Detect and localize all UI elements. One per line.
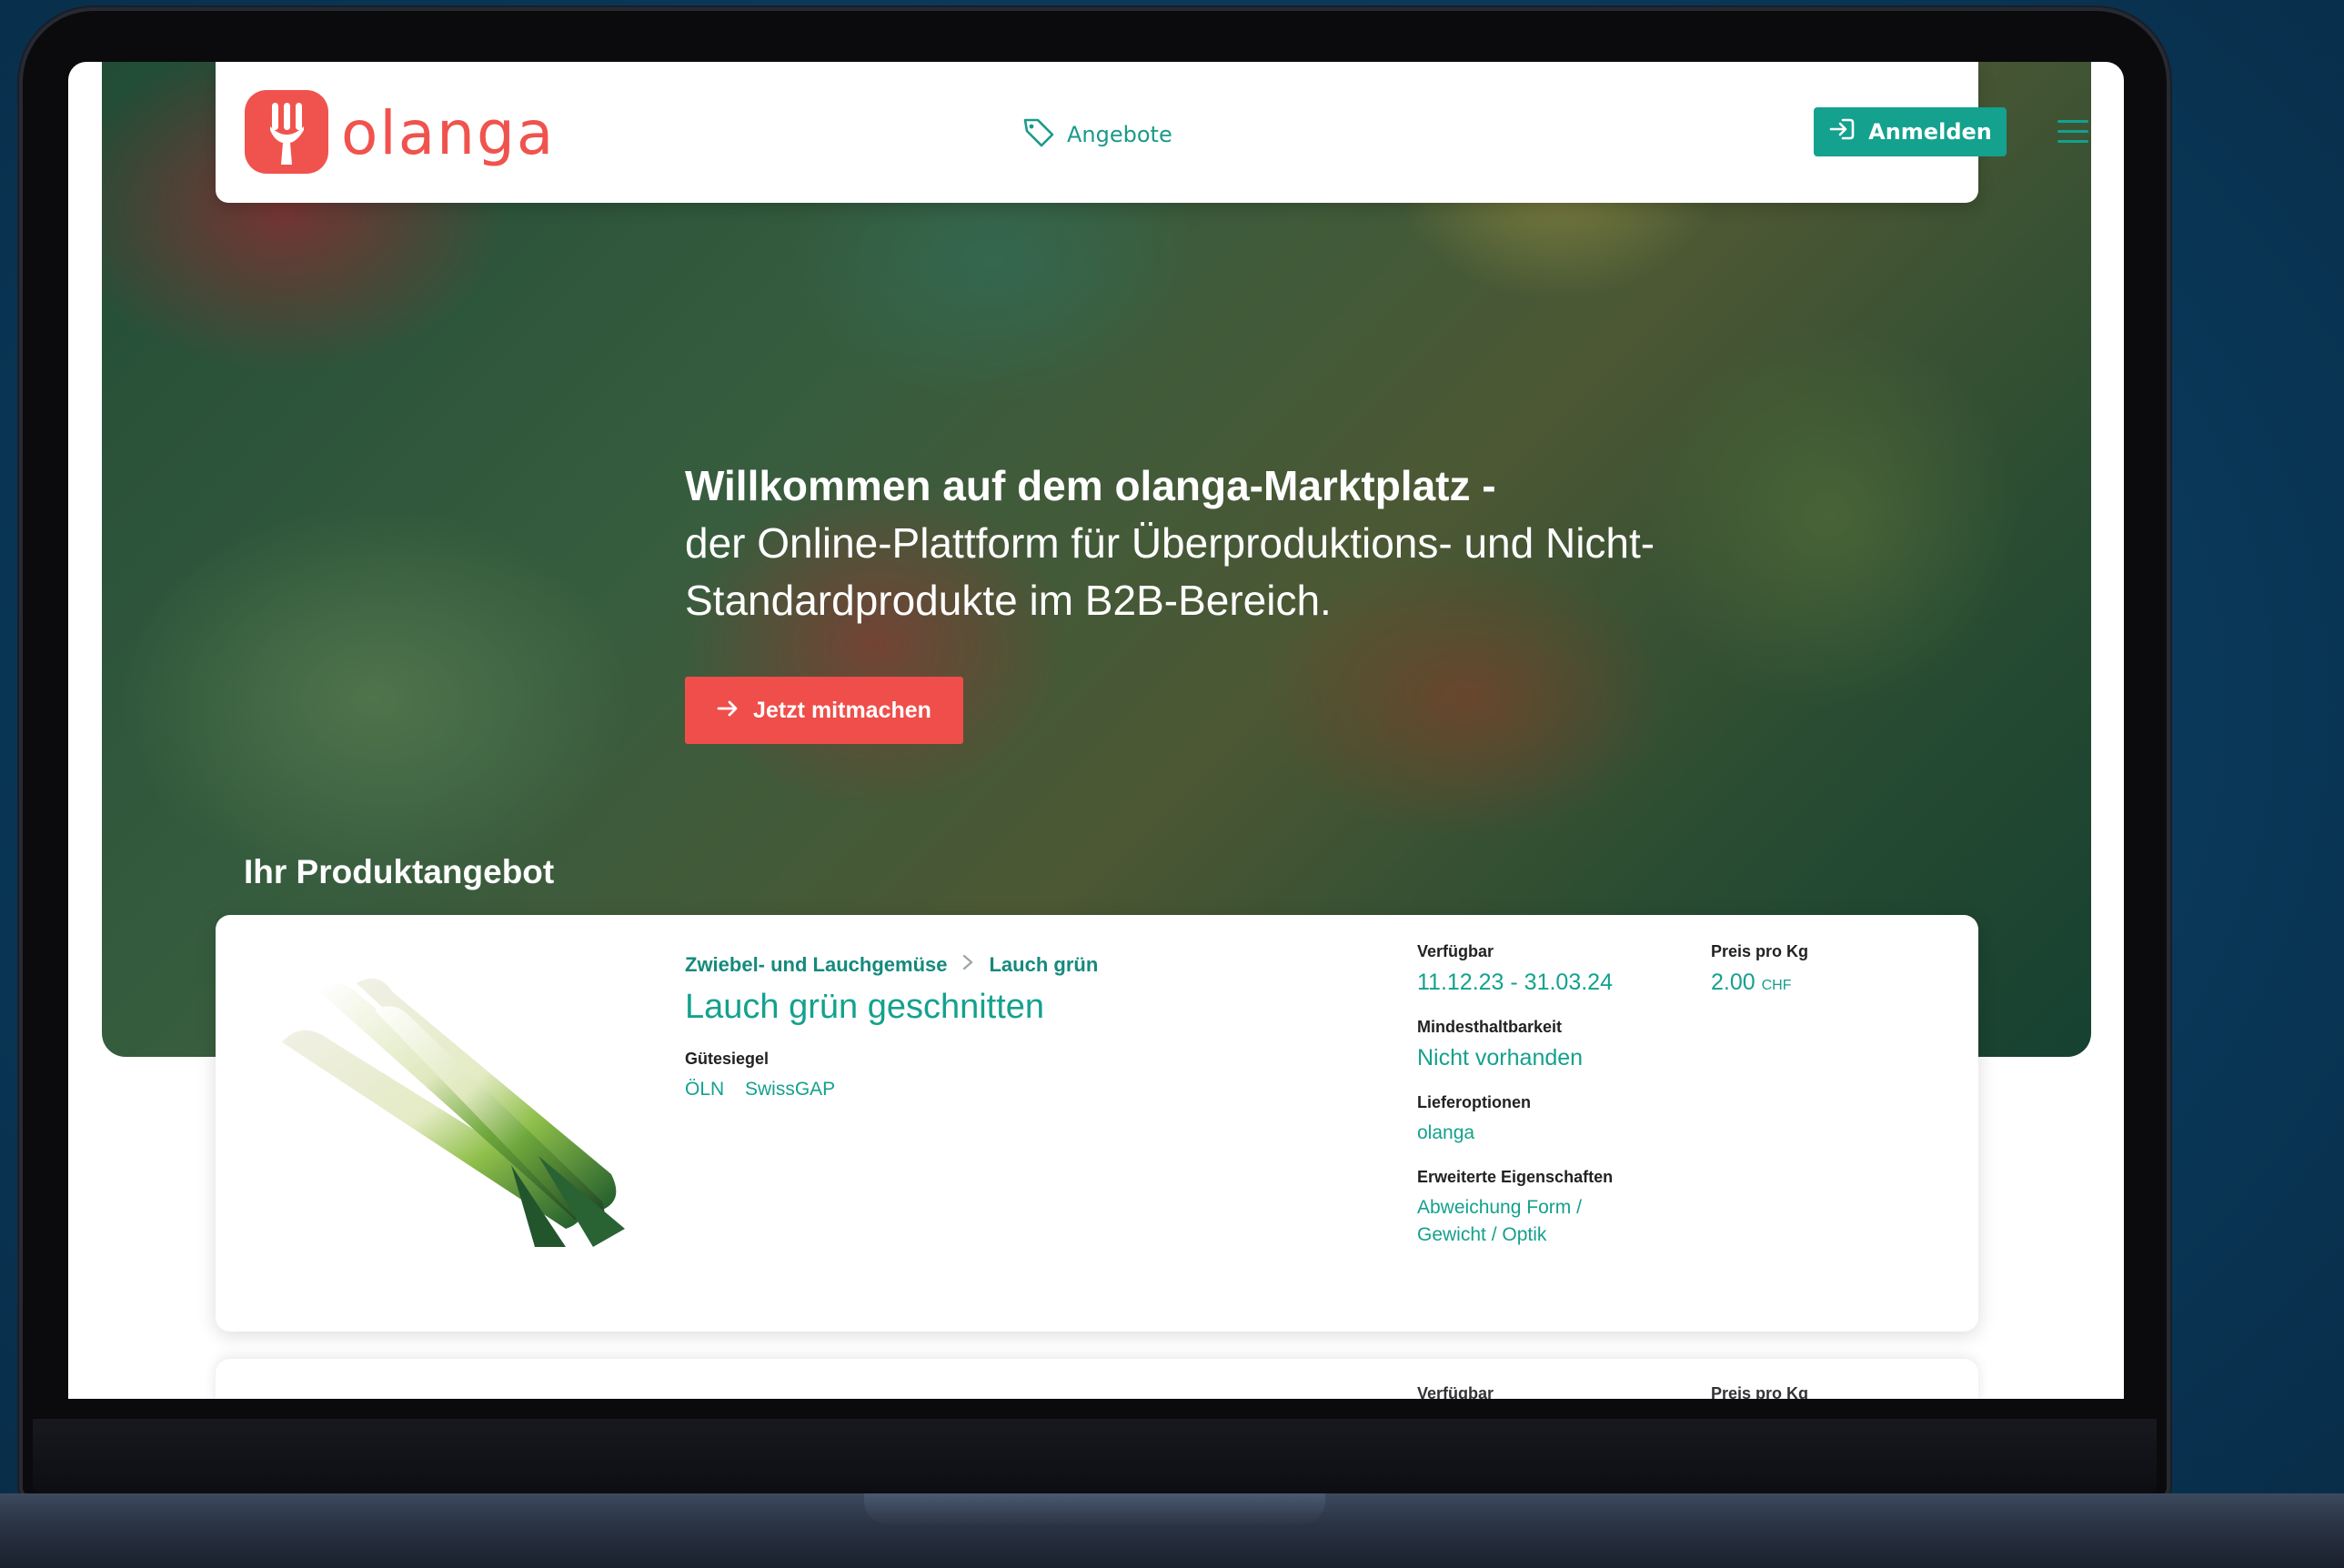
hero-subline: der Online-Plattform für Überproduktions… — [685, 519, 1655, 624]
arrow-right-icon — [717, 698, 739, 724]
product-title[interactable]: Lauch grün geschnitten — [685, 988, 1044, 1027]
breadcrumb-category[interactable]: Zwiebel- und Lauchgemüse — [685, 953, 947, 977]
login-icon — [1828, 117, 1856, 146]
chevron-right-icon — [961, 953, 974, 977]
logo-wordmark[interactable]: olanga — [341, 98, 555, 168]
hero-headline: Willkommen auf dem olanga-Marktplatz - — [685, 462, 1496, 509]
price-value: 2.00 CHF — [1711, 970, 1792, 996]
hero-text: Willkommen auf dem olanga-Marktplatz - d… — [685, 457, 1867, 629]
price-label: Preis pro Kg — [1711, 942, 1809, 960]
mhd-label: Mindesthaltbarkeit — [1417, 1018, 1563, 1036]
seal-swissgap: SwissGAP — [745, 1079, 836, 1100]
breadcrumb-subcategory[interactable]: Lauch grün — [989, 953, 1098, 977]
price-amount: 2.00 — [1711, 970, 1755, 995]
extended-label: Erweiterte Eigenschaften — [1417, 1168, 1614, 1186]
login-label: Anmelden — [1868, 119, 1992, 145]
nav-offers-link[interactable]: Angebote — [1021, 116, 1172, 153]
price-currency: CHF — [1761, 978, 1792, 993]
section-title: Ihr Produktangebot — [244, 853, 555, 890]
extended-value-line1: Abweichung Form / — [1417, 1197, 1582, 1218]
next-available-label: Verfügbar — [1417, 1384, 1494, 1399]
laptop-base-notch — [864, 1493, 1325, 1524]
top-navigation: olanga Angebote Anmelden — [216, 62, 2088, 203]
menu-hamburger-icon[interactable] — [2057, 120, 2088, 146]
join-now-label: Jetzt mitmachen — [753, 697, 931, 723]
product-card-next[interactable]: Verfügbar Preis pro Kg — [216, 1359, 1978, 1399]
mhd-value: Nicht vorhanden — [1417, 1045, 1584, 1070]
delivery-value: olanga — [1417, 1122, 1475, 1143]
join-now-button[interactable]: Jetzt mitmachen — [685, 677, 963, 744]
browser-screen: olanga Angebote Anmelden Willkommen auf … — [68, 62, 2124, 1399]
product-card[interactable]: Zwiebel- und Lauchgemüse Lauch grün Lauc… — [216, 915, 1978, 1332]
available-label: Verfügbar — [1417, 942, 1494, 960]
login-button[interactable]: Anmelden — [1814, 107, 2007, 156]
laptop-chin — [33, 1419, 2157, 1493]
delivery-label: Lieferoptionen — [1417, 1093, 1531, 1111]
extended-value-line2: Gewicht / Optik — [1417, 1224, 1547, 1245]
tag-icon — [1021, 116, 1056, 153]
available-value: 11.12.23 - 31.03.24 — [1417, 970, 1613, 995]
seal-label: Gütesiegel — [685, 1050, 770, 1068]
leek-product-image[interactable] — [266, 956, 629, 1256]
next-price-label: Preis pro Kg — [1711, 1384, 1809, 1399]
nav-offers-label: Angebote — [1067, 122, 1172, 147]
logo-fork-icon[interactable] — [245, 90, 328, 174]
seal-oln: ÖLN — [685, 1079, 725, 1100]
breadcrumb: Zwiebel- und Lauchgemüse Lauch grün — [685, 953, 1098, 977]
